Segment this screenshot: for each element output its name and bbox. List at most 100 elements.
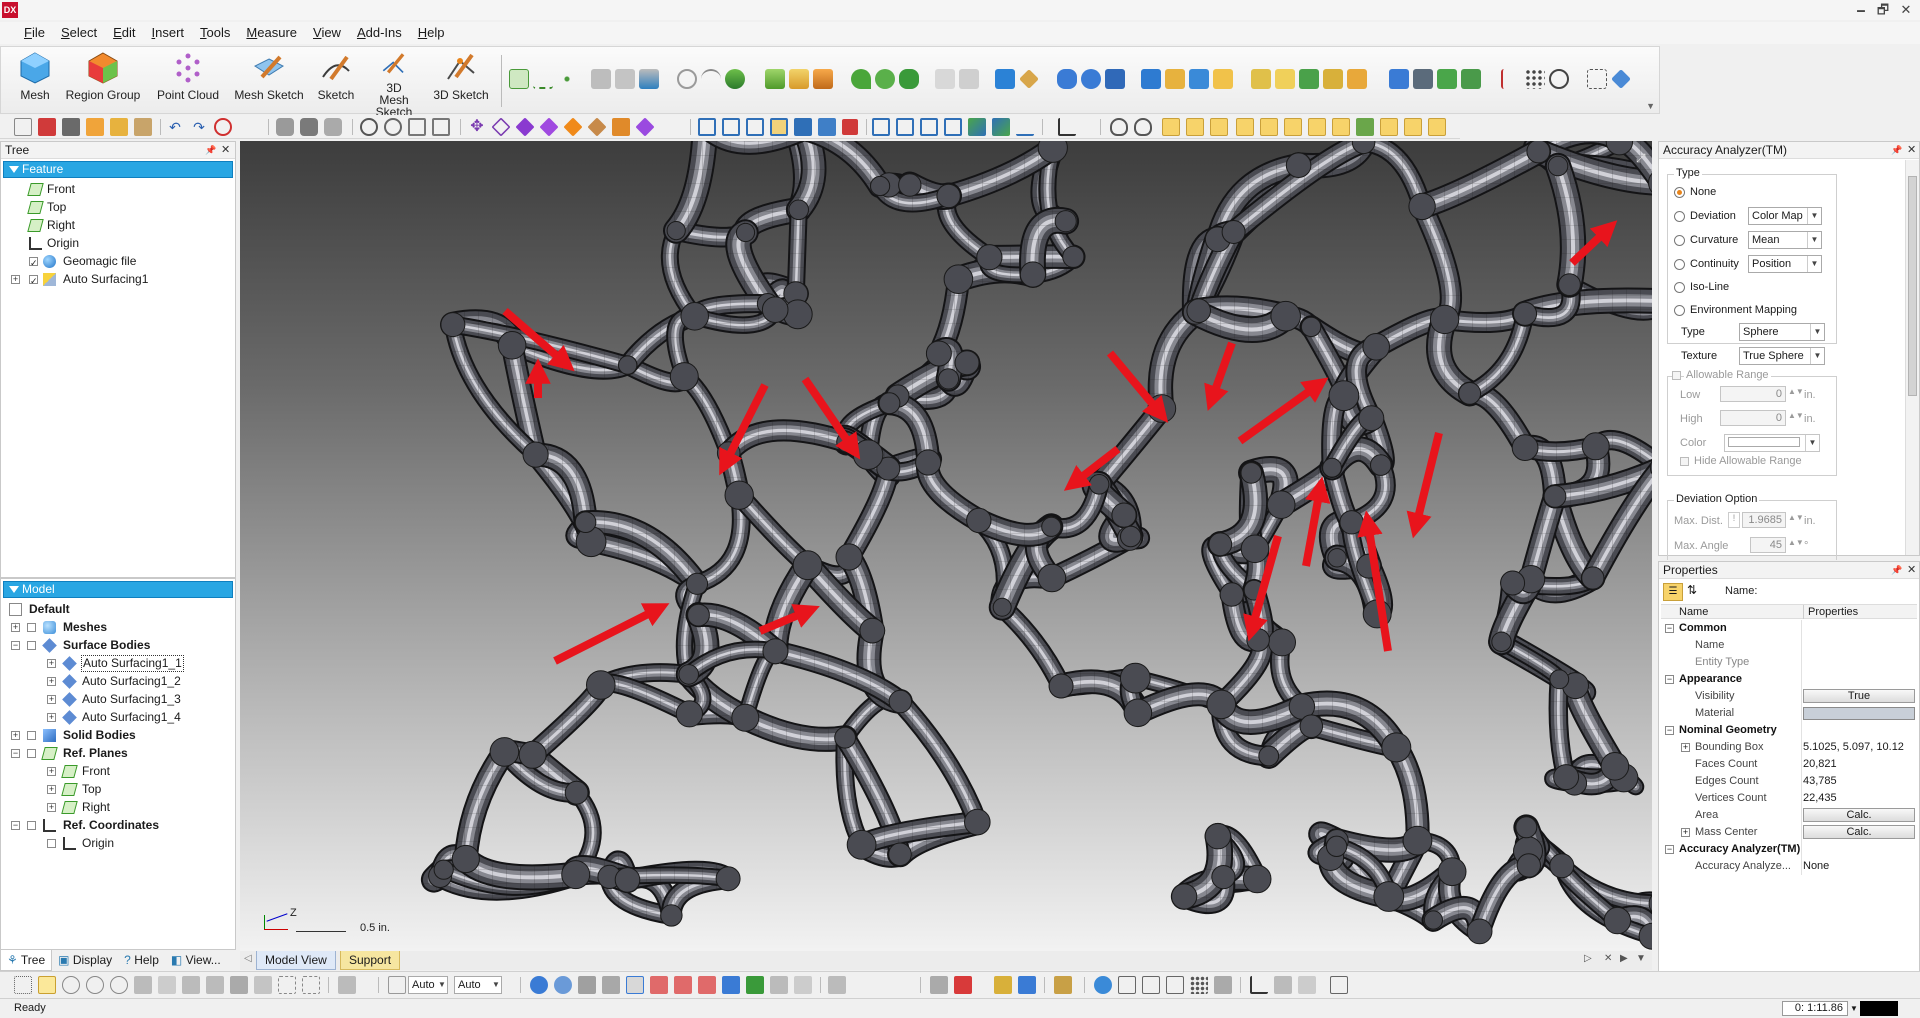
env-map-icon[interactable]: [1018, 976, 1036, 994]
select-boundary-icon[interactable]: [302, 976, 320, 994]
select-through-icon[interactable]: [182, 976, 200, 994]
radio-curvature[interactable]: [1674, 235, 1685, 246]
feature-group-header[interactable]: Feature: [3, 161, 233, 178]
section-view-icon[interactable]: [930, 976, 948, 994]
model-item-default[interactable]: Default: [1, 600, 235, 618]
replace-icon[interactable]: [1323, 69, 1343, 89]
mirror-plane-icon[interactable]: [1501, 69, 1521, 89]
prop-entity-type[interactable]: Entity Type: [1661, 654, 1917, 671]
radio-deviation[interactable]: [1674, 211, 1685, 222]
collapse-icon[interactable]: −: [11, 821, 20, 830]
tree-item-top[interactable]: Top: [1, 198, 235, 216]
visibility-icon[interactable]: [1110, 118, 1128, 136]
options-icon[interactable]: [134, 118, 152, 136]
cube-view-6-icon[interactable]: [818, 118, 836, 136]
select-all-icon[interactable]: [230, 976, 248, 994]
menu-help[interactable]: Help: [410, 22, 453, 44]
visibility-checkbox[interactable]: [27, 731, 36, 740]
region-group-button[interactable]: Region Group: [63, 51, 143, 102]
split-icon[interactable]: [959, 69, 979, 89]
view-bottom-icon[interactable]: [612, 118, 630, 136]
tab-display[interactable]: ▣ Display: [52, 950, 118, 970]
export-icon[interactable]: [86, 118, 104, 136]
light-icon[interactable]: [1274, 976, 1292, 994]
grid-pattern-icon[interactable]: [1525, 69, 1545, 89]
visibility-checkbox[interactable]: [47, 839, 56, 848]
model-group-header[interactable]: Model: [3, 581, 233, 598]
scale-icon[interactable]: [1299, 69, 1319, 89]
cube-view-2-icon[interactable]: [722, 118, 740, 136]
filter-icon[interactable]: [338, 976, 356, 994]
cut-icon[interactable]: [765, 69, 785, 89]
save-icon[interactable]: [62, 118, 80, 136]
tree-item-front[interactable]: Front: [1, 180, 235, 198]
cylinder-icon[interactable]: [1105, 69, 1125, 89]
prop-faces-count[interactable]: Faces Count 20,821: [1661, 756, 1917, 773]
low-input[interactable]: 0: [1720, 386, 1786, 402]
time-dropdown-icon[interactable]: ▼: [1850, 999, 1858, 1018]
sphere-icon[interactable]: [1081, 69, 1101, 89]
tree-item-auto-surfacing[interactable]: + Auto Surfacing1: [1, 270, 235, 290]
point-filter-icon[interactable]: [770, 976, 788, 994]
display-mode-icon[interactable]: [276, 118, 294, 136]
measure-icon[interactable]: [828, 976, 846, 994]
continuity-mode-select[interactable]: Position ▼: [1748, 255, 1822, 273]
collapse-icon[interactable]: −: [11, 641, 20, 650]
visibility-checkbox[interactable]: [27, 749, 36, 758]
menu-add-ins[interactable]: Add-Ins: [349, 22, 410, 44]
color-select[interactable]: ▼: [1724, 434, 1820, 452]
collapse-icon[interactable]: −: [1665, 726, 1674, 735]
shading-icon[interactable]: [300, 118, 318, 136]
menu-view[interactable]: View: [305, 22, 349, 44]
close-icon[interactable]: ✕: [221, 142, 230, 159]
3d-viewport[interactable]: ⤢ Z 0.5 in.: [240, 141, 1652, 951]
view-iso-icon[interactable]: [563, 117, 583, 137]
accuracy-scrollbar[interactable]: [1905, 160, 1919, 555]
expand-icon[interactable]: +: [47, 767, 56, 776]
tab-tree[interactable]: ⚘ Tree: [0, 949, 53, 971]
deviation-icon[interactable]: [954, 976, 972, 994]
filter-8-icon[interactable]: [1332, 118, 1350, 136]
orient-1-icon[interactable]: [872, 118, 890, 136]
circular-pattern-icon[interactable]: [1549, 69, 1569, 89]
expand-icon[interactable]: +: [11, 731, 20, 740]
prop-mass-center[interactable]: + Mass Center Calc.: [1661, 824, 1917, 841]
window-select-icon[interactable]: [38, 976, 56, 994]
coordinate-filter-icon[interactable]: [794, 976, 812, 994]
deviation-mode-select[interactable]: Color Map ▼: [1748, 207, 1822, 225]
model-item-solid-bodies[interactable]: + Solid Bodies: [1, 726, 235, 744]
stop-icon[interactable]: [214, 118, 232, 136]
prop-bounding-box[interactable]: + Bounding Box 5.1025, 5.097, 10.12: [1661, 739, 1917, 756]
model-item-plane-right[interactable]: + Right: [1, 798, 235, 816]
cube-view-1-icon[interactable]: [698, 118, 716, 136]
sketch-button[interactable]: Sketch: [315, 51, 357, 102]
sweep-icon[interactable]: [639, 69, 659, 89]
visibility-value[interactable]: True: [1803, 689, 1915, 703]
expand-icon[interactable]: +: [11, 623, 20, 632]
orient-3-icon[interactable]: [920, 118, 938, 136]
redo-icon[interactable]: ↷: [190, 118, 208, 136]
delete-body-icon[interactable]: [1413, 69, 1433, 89]
tab-model-view[interactable]: Model View: [256, 951, 336, 970]
cube-view-4-icon[interactable]: [770, 118, 788, 136]
combine-icon[interactable]: [1437, 69, 1457, 89]
prop-accuracy-analyzer[interactable]: Accuracy Analyze... None: [1661, 858, 1917, 875]
model-item-surface-2[interactable]: + Auto Surfacing1_2: [1, 672, 235, 690]
polyline-select-icon[interactable]: [86, 976, 104, 994]
color-map-icon[interactable]: [994, 976, 1012, 994]
high-input[interactable]: 0: [1720, 410, 1786, 426]
model-item-plane-front[interactable]: + Front: [1, 762, 235, 780]
select-icon[interactable]: [14, 976, 32, 994]
bounding-icon[interactable]: [1587, 69, 1607, 89]
mirror-icon[interactable]: [1251, 69, 1271, 89]
model-item-surface-3[interactable]: + Auto Surfacing1_3: [1, 690, 235, 708]
view-right-icon[interactable]: [539, 117, 559, 137]
stepper-icon[interactable]: ▲▼: [1788, 513, 1804, 522]
remove-icon[interactable]: [1461, 69, 1481, 89]
filter-3-icon[interactable]: [1210, 118, 1228, 136]
view-back-icon[interactable]: [587, 117, 607, 137]
model-item-ref-planes[interactable]: − Ref. Planes: [1, 744, 235, 762]
paint-select-icon[interactable]: [134, 976, 152, 994]
visibility-2-icon[interactable]: [1134, 118, 1152, 136]
tree-item-origin[interactable]: Origin: [1, 234, 235, 252]
